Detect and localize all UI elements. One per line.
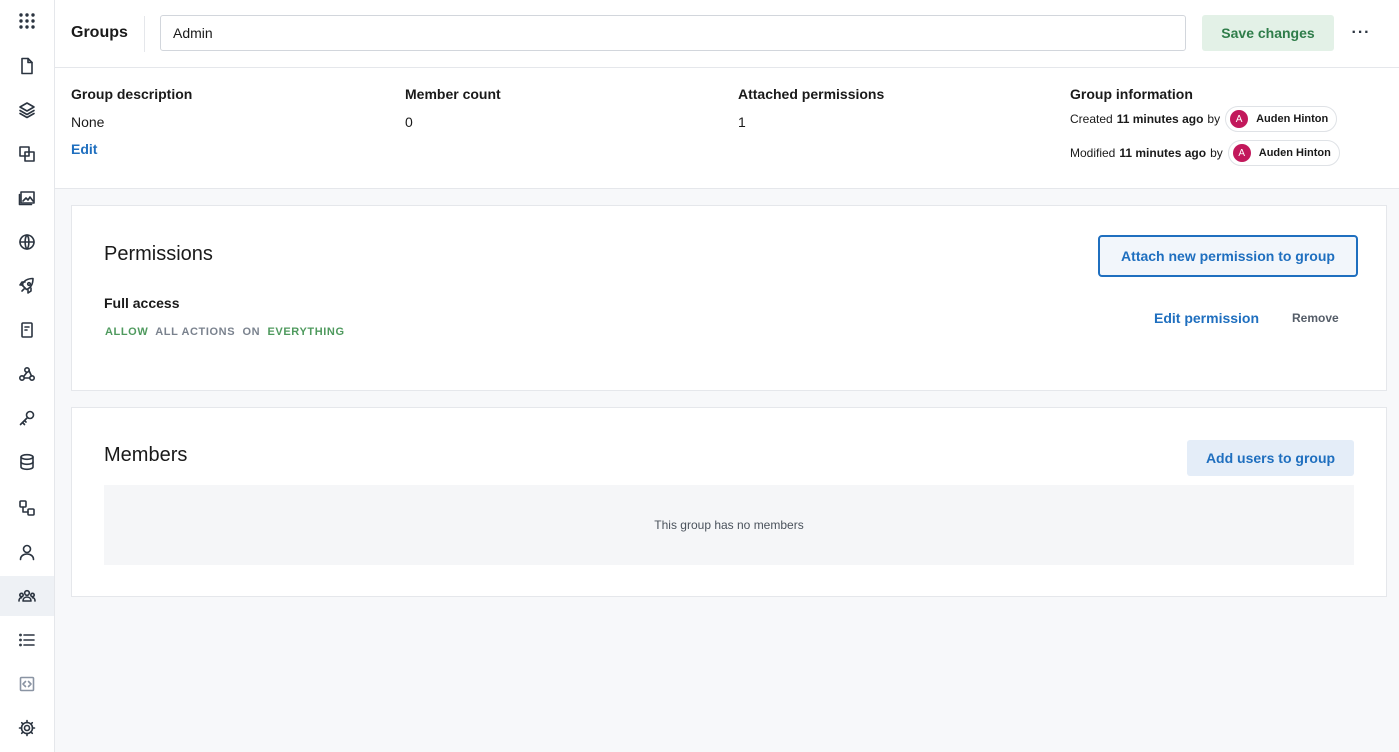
- modified-time: 11 minutes ago: [1119, 146, 1207, 160]
- avatar: A: [1232, 144, 1251, 162]
- edit-description-link[interactable]: Edit: [71, 141, 192, 157]
- modified-by-text: by: [1210, 146, 1223, 160]
- users-group-icon[interactable]: [0, 576, 54, 616]
- group-description-section: Group description None Edit: [71, 86, 192, 157]
- group-information-section: Group information Created 11 minutes ago…: [1070, 86, 1340, 166]
- created-line: Created 11 minutes ago by A Auden Hinton: [1070, 106, 1340, 132]
- attached-permissions-label: Attached permissions: [738, 86, 885, 102]
- modified-prefix: Modified: [1070, 146, 1116, 160]
- user-icon[interactable]: [0, 532, 54, 572]
- members-card: Members Add users to group This group ha…: [71, 407, 1387, 597]
- attach-permission-button[interactable]: Attach new permission to group: [1098, 235, 1358, 277]
- edit-permission-link[interactable]: Edit permission: [1154, 310, 1259, 326]
- save-changes-button[interactable]: Save changes: [1202, 15, 1334, 51]
- modified-by-user-chip[interactable]: A Auden Hinton: [1227, 140, 1340, 166]
- created-prefix: Created: [1070, 112, 1113, 126]
- group-name-input[interactable]: [160, 15, 1186, 51]
- attached-permissions-value: 1: [738, 114, 746, 130]
- created-by-user-name: Auden Hinton: [1256, 113, 1329, 125]
- workflow-icon[interactable]: [0, 488, 54, 528]
- webhook-icon[interactable]: [0, 354, 54, 394]
- add-users-button[interactable]: Add users to group: [1187, 440, 1354, 476]
- layers-icon[interactable]: [0, 90, 54, 130]
- list-icon[interactable]: [0, 620, 54, 660]
- permission-name: Full access: [104, 295, 180, 311]
- gear-icon[interactable]: [0, 708, 54, 748]
- member-count-section: Member count 0: [405, 86, 501, 130]
- permission-effect: ALLOW: [105, 326, 149, 338]
- remove-permission-link[interactable]: Remove: [1292, 311, 1339, 325]
- images-icon[interactable]: [0, 178, 54, 218]
- modified-line: Modified 11 minutes ago by A Auden Hinto…: [1070, 140, 1340, 166]
- created-by-text: by: [1207, 112, 1221, 126]
- more-options-icon[interactable]: ···: [1349, 20, 1373, 46]
- created-time: 11 minutes ago: [1116, 112, 1204, 126]
- modified-by-user-name: Auden Hinton: [1258, 147, 1331, 159]
- code-file-icon[interactable]: [0, 664, 54, 704]
- database-icon[interactable]: [0, 442, 54, 482]
- notebook-icon[interactable]: [0, 310, 54, 350]
- sidebar: [0, 0, 55, 752]
- created-by-user-chip[interactable]: A Auden Hinton: [1225, 106, 1338, 132]
- permissions-card: Permissions Attach new permission to gro…: [71, 205, 1387, 391]
- attached-permissions-section: Attached permissions 1: [738, 86, 884, 130]
- group-description-value: None: [71, 114, 105, 130]
- permission-on: ON: [242, 326, 261, 338]
- permission-actions: ALL ACTIONS: [155, 326, 236, 338]
- copy-icon[interactable]: [0, 134, 54, 174]
- group-info-strip: Group description None Edit Member count…: [55, 68, 1399, 189]
- header-divider: [144, 16, 145, 52]
- avatar: A: [1230, 110, 1249, 128]
- globe-icon[interactable]: [0, 222, 54, 262]
- group-description-label: Group description: [71, 86, 193, 102]
- file-icon[interactable]: [0, 46, 54, 86]
- permissions-title: Permissions: [104, 243, 213, 265]
- page-title: Groups: [71, 24, 128, 41]
- empty-state-text: This group has no members: [654, 518, 804, 532]
- key-icon[interactable]: [0, 398, 54, 438]
- members-empty-state: This group has no members: [104, 485, 1354, 565]
- top-bar: Groups Save changes ···: [55, 0, 1399, 68]
- rocket-icon[interactable]: [0, 266, 54, 306]
- members-title: Members: [104, 444, 188, 466]
- member-count-value: 0: [405, 114, 413, 130]
- permission-target: EVERYTHING: [267, 326, 345, 338]
- apps-grid-icon[interactable]: [0, 1, 54, 41]
- permission-rule: ALLOW ALL ACTIONS ON EVERYTHING: [105, 326, 345, 338]
- member-count-label: Member count: [405, 86, 501, 102]
- group-information-label: Group information: [1070, 86, 1193, 102]
